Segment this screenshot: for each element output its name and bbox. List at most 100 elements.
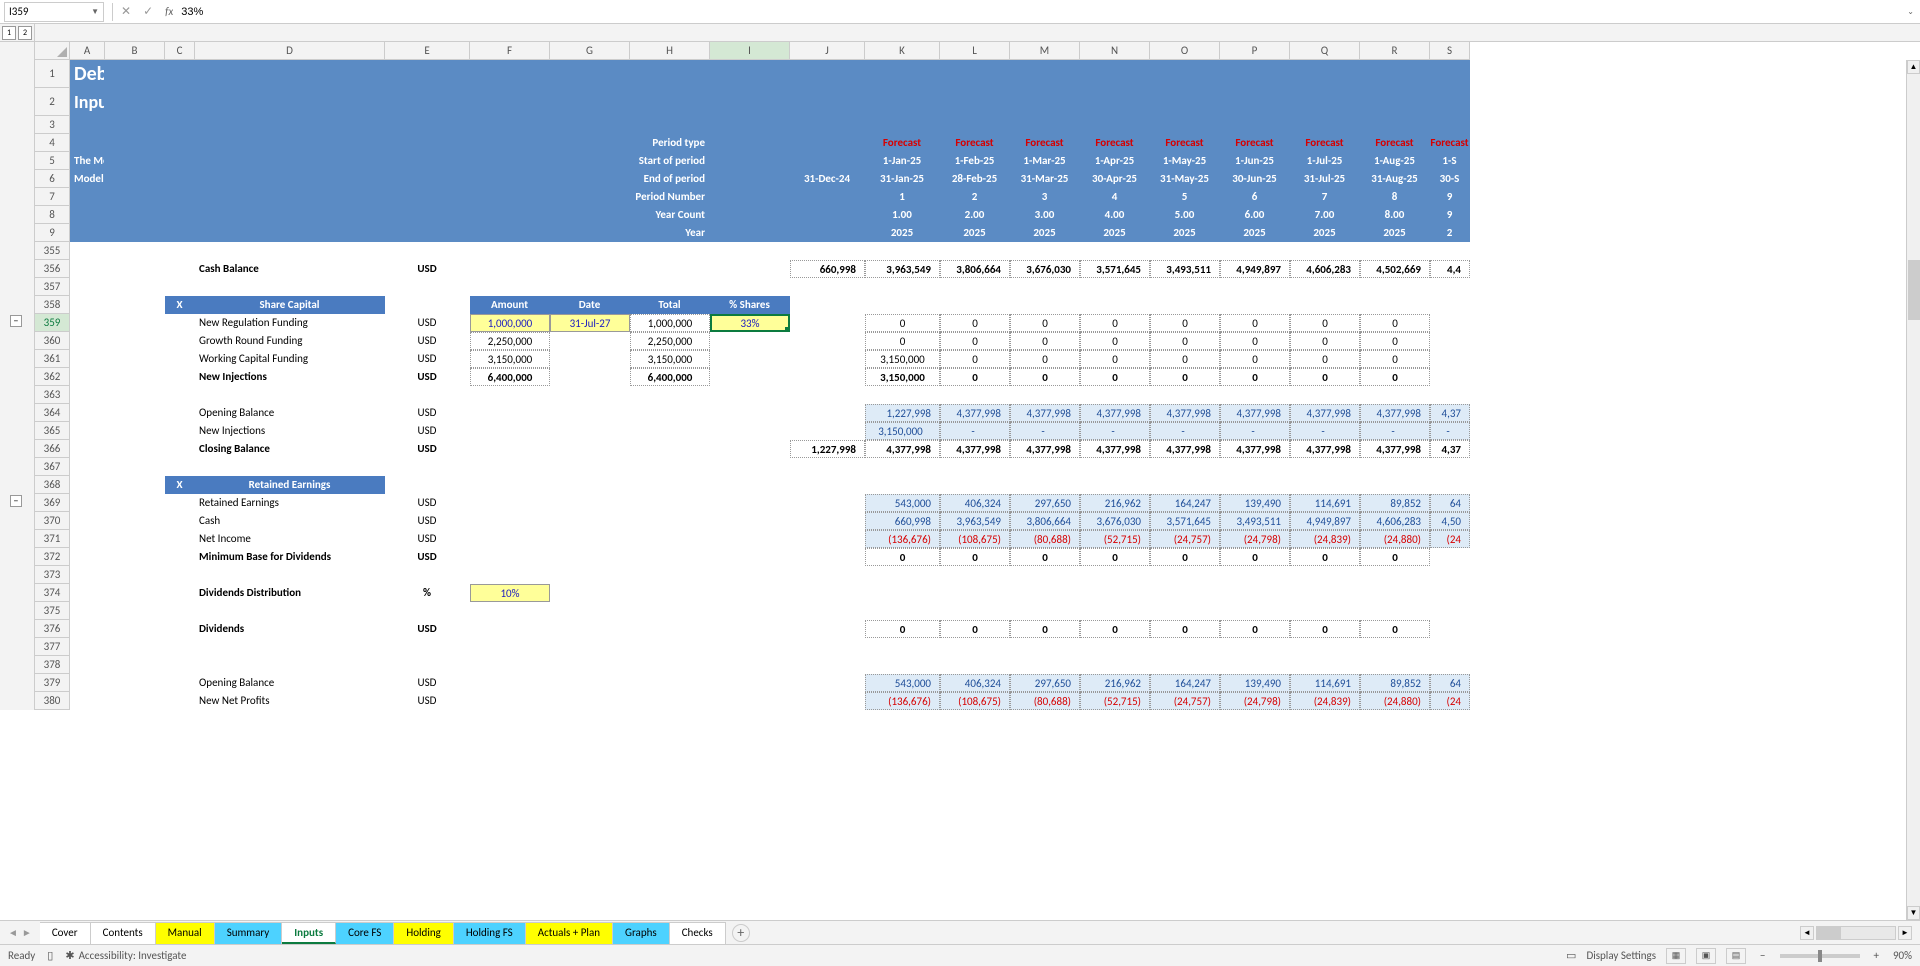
cell-J374[interactable] (790, 584, 865, 602)
cell-D4[interactable] (195, 134, 385, 152)
cell-G356[interactable] (550, 260, 630, 278)
cell-H373[interactable] (630, 566, 710, 584)
cell-D6[interactable] (195, 170, 385, 188)
row-header-367[interactable]: 367 (35, 458, 70, 476)
cell-I367[interactable] (710, 458, 790, 476)
cell-Q366[interactable]: 4,377,998 (1290, 440, 1360, 458)
cell-S5[interactable]: 1-S (1430, 152, 1470, 170)
cell-A368[interactable] (70, 476, 105, 494)
cell-M3[interactable] (1010, 116, 1080, 134)
cell-J380[interactable] (790, 692, 865, 710)
cell-D358[interactable]: Share Capital (195, 296, 385, 314)
cell-Q369[interactable]: 114,691 (1290, 494, 1360, 512)
cell-S357[interactable] (1430, 278, 1470, 296)
cell-Q356[interactable]: 4,606,283 (1290, 260, 1360, 278)
cell-P365[interactable]: - (1220, 422, 1290, 440)
cell-G373[interactable] (550, 566, 630, 584)
cell-S355[interactable] (1430, 242, 1470, 260)
cell-O370[interactable]: 3,571,645 (1150, 512, 1220, 530)
cell-I8[interactable] (710, 206, 790, 224)
cell-O377[interactable] (1150, 638, 1220, 656)
cell-A8[interactable] (70, 206, 105, 224)
cell-M1[interactable] (1010, 60, 1080, 88)
cell-Q376[interactable]: 0 (1290, 620, 1360, 638)
cell-C355[interactable] (165, 242, 195, 260)
cell-E357[interactable] (385, 278, 470, 296)
cell-O379[interactable]: 164,247 (1150, 674, 1220, 692)
cell-Q360[interactable]: 0 (1290, 332, 1360, 350)
cell-N380[interactable]: (52,715) (1080, 692, 1150, 710)
cell-O366[interactable]: 4,377,998 (1150, 440, 1220, 458)
cell-L360[interactable]: 0 (940, 332, 1010, 350)
cell-N367[interactable] (1080, 458, 1150, 476)
cell-L373[interactable] (940, 566, 1010, 584)
cell-I375[interactable] (710, 602, 790, 620)
column-header-F[interactable]: F (470, 42, 550, 59)
cell-L364[interactable]: 4,377,998 (940, 404, 1010, 422)
sheet-tab-contents[interactable]: Contents (91, 922, 156, 944)
cell-M375[interactable] (1010, 602, 1080, 620)
cell-E363[interactable] (385, 386, 470, 404)
cell-P366[interactable]: 4,377,998 (1220, 440, 1290, 458)
cell-P9[interactable]: 2025 (1220, 224, 1290, 242)
cell-B358[interactable] (105, 296, 165, 314)
cell-R366[interactable]: 4,377,998 (1360, 440, 1430, 458)
cell-K1[interactable] (865, 60, 940, 88)
cell-D9[interactable] (195, 224, 385, 242)
cell-M363[interactable] (1010, 386, 1080, 404)
display-settings[interactable]: Display Settings (1586, 949, 1656, 962)
cell-I5[interactable] (710, 152, 790, 170)
row-header-2[interactable]: 2 (35, 88, 70, 116)
cell-D356[interactable]: Cash Balance (195, 260, 385, 278)
cell-D379[interactable]: Opening Balance (195, 674, 385, 692)
cell-A362[interactable] (70, 368, 105, 386)
cell-N5[interactable]: 1-Apr-25 (1080, 152, 1150, 170)
cell-L368[interactable] (940, 476, 1010, 494)
cell-K357[interactable] (865, 278, 940, 296)
cell-Q365[interactable]: - (1290, 422, 1360, 440)
cell-K356[interactable]: 3,963,549 (865, 260, 940, 278)
cell-H366[interactable] (630, 440, 710, 458)
cell-N362[interactable]: 0 (1080, 368, 1150, 386)
cell-S364[interactable]: 4,37 (1430, 404, 1470, 422)
cell-P375[interactable] (1220, 602, 1290, 620)
cell-N372[interactable]: 0 (1080, 548, 1150, 566)
cell-S6[interactable]: 30-S (1430, 170, 1470, 188)
cell-Q368[interactable] (1290, 476, 1360, 494)
cell-A361[interactable] (70, 350, 105, 368)
name-box[interactable]: I359 ▼ (4, 2, 104, 22)
cell-L369[interactable]: 406,324 (940, 494, 1010, 512)
cell-G362[interactable] (550, 368, 630, 386)
cell-M8[interactable]: 3.00 (1010, 206, 1080, 224)
cell-H371[interactable] (630, 530, 710, 548)
row-header-356[interactable]: 356 (35, 260, 70, 278)
cell-L2[interactable] (940, 88, 1010, 116)
cell-I365[interactable] (710, 422, 790, 440)
cell-C1[interactable] (165, 60, 195, 88)
cell-E364[interactable]: USD (385, 404, 470, 422)
cell-J6[interactable]: 31-Dec-24 (790, 170, 865, 188)
cell-G375[interactable] (550, 602, 630, 620)
cell-R372[interactable]: 0 (1360, 548, 1430, 566)
cell-L374[interactable] (940, 584, 1010, 602)
cell-G3[interactable] (550, 116, 630, 134)
cell-Q372[interactable]: 0 (1290, 548, 1360, 566)
cell-B373[interactable] (105, 566, 165, 584)
cell-F5[interactable] (470, 152, 550, 170)
cell-B368[interactable] (105, 476, 165, 494)
cell-C7[interactable] (165, 188, 195, 206)
cell-N357[interactable] (1080, 278, 1150, 296)
cell-L356[interactable]: 3,806,664 (940, 260, 1010, 278)
cell-C371[interactable] (165, 530, 195, 548)
cell-H380[interactable] (630, 692, 710, 710)
row-header-369[interactable]: 369 (35, 494, 70, 512)
cell-J2[interactable] (790, 88, 865, 116)
cell-F6[interactable] (470, 170, 550, 188)
cell-E6[interactable] (385, 170, 470, 188)
cell-H376[interactable] (630, 620, 710, 638)
cell-L376[interactable]: 0 (940, 620, 1010, 638)
cell-R7[interactable]: 8 (1360, 188, 1430, 206)
cell-E356[interactable]: USD (385, 260, 470, 278)
cell-I369[interactable] (710, 494, 790, 512)
cell-Q371[interactable]: (24,839) (1290, 530, 1360, 548)
